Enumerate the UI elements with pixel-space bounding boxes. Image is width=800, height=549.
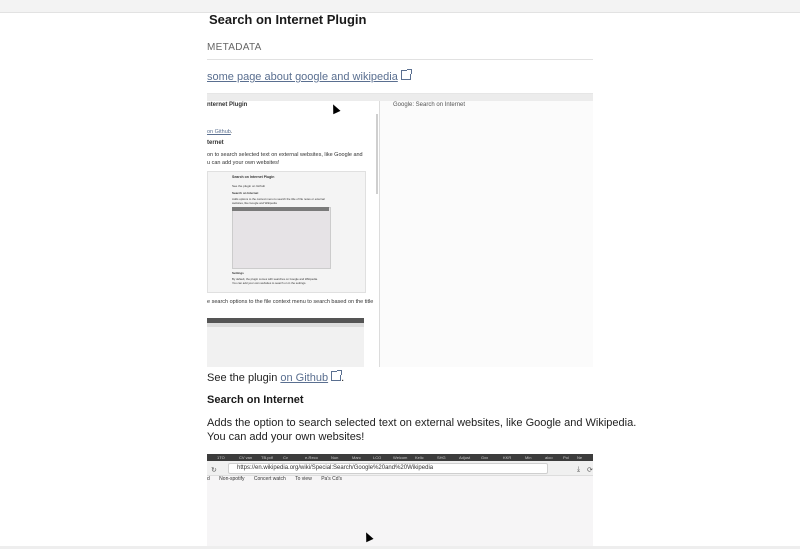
metadata-label[interactable]: METADATA <box>207 42 262 53</box>
divider <box>207 59 593 60</box>
reload-icon[interactable]: ↻ <box>211 466 217 474</box>
browser-tab: LCO <box>373 455 382 460</box>
screenshot-left-pane: nternet Plugin on Github. ternet on to s… <box>207 101 379 367</box>
browser-tab: Kelic <box>415 455 424 460</box>
browser-tab: Marc <box>352 455 361 460</box>
link-text[interactable]: some page about google and wikipedia <box>207 71 398 83</box>
browser-url-row: ↻ https://en.wikipedia.org/wiki/Special:… <box>207 461 593 476</box>
nested-browser-bar <box>232 207 329 211</box>
section-heading: Search on Internet <box>207 394 304 406</box>
screenshot-github-link: on Github <box>207 129 231 135</box>
browser-tab: Welcom <box>393 455 408 460</box>
browser-tab: TB.pdf <box>261 455 273 460</box>
nested-screenshot: Search on Internet Plugin See the plugin… <box>207 171 366 293</box>
pane-divider[interactable] <box>379 101 380 367</box>
screenshot-desc-line2: u can add your own websites! <box>207 160 280 166</box>
bookmark-item[interactable]: Concert watch <box>254 476 286 482</box>
screenshot-left-title: nternet Plugin <box>207 102 248 108</box>
screenshot-desc-line1: on to search selected text on external w… <box>207 152 363 158</box>
bookmark-item[interactable]: Pa's Cd's <box>321 476 342 482</box>
browser-tab: 1TO <box>217 455 225 460</box>
nested-line3: websites, like Google and Wikipedia <box>232 201 277 205</box>
browser-tab: aloo <box>545 455 553 460</box>
browser-tab: KKR <box>503 455 512 460</box>
browser-tab: Gxx <box>481 455 489 460</box>
external-link-icon <box>331 370 343 381</box>
browser-tab: Pol <box>563 455 569 460</box>
section-text-line1: Adds the option to search selected text … <box>207 417 637 429</box>
bookmarks-bar: d Non-spotify Concert watch To view Pa's… <box>207 476 343 482</box>
screenshot-section-fragment: ternet <box>207 140 224 146</box>
app-top-bar <box>0 0 800 13</box>
download-icon[interactable]: ⤓ <box>577 466 580 474</box>
browser-tab: Cv <box>283 455 288 460</box>
see-plugin-prefix: See the plugin <box>207 372 281 384</box>
browser-tab: e-Reco <box>305 455 318 460</box>
section-text-line2: You can add your own websites! <box>207 431 365 443</box>
nested-title: Search on Internet Plugin <box>232 175 275 179</box>
browser-tab: Nun <box>331 455 339 460</box>
plugin-screenshot: nternet Plugin on Github. ternet on to s… <box>207 93 593 367</box>
screenshot-header-strip <box>207 94 593 101</box>
nested-screenshot-bottom <box>207 318 364 367</box>
external-link-google-wikipedia[interactable]: some page about google and wikipedia <box>207 69 412 83</box>
github-link[interactable]: on Github <box>280 372 328 384</box>
nested-settings-heading: Settings <box>232 271 244 275</box>
browser-screenshot: 1TO CV van TB.pdf Cv e-Reco Nun Marc LCO… <box>207 454 593 549</box>
bookmark-item[interactable]: Non-spotify <box>219 476 244 482</box>
scrollbar[interactable] <box>376 114 378 194</box>
external-link-icon <box>400 69 412 80</box>
browser-tab: Min <box>525 455 532 460</box>
nested-settings-text2: You can add your own websites to search … <box>232 281 307 285</box>
nested-line1: See the plugin on Github <box>232 184 266 188</box>
browser-tab: CV van <box>239 455 253 460</box>
screenshot-right-title: Google: Search on Internet <box>393 102 466 108</box>
screenshot-github-line: on Github. <box>207 129 232 135</box>
nested-browser <box>232 207 331 269</box>
browser-tab-bar: 1TO CV van TB.pdf Cv e-Reco Nun Marc LCO… <box>207 454 593 461</box>
see-plugin-line: See the plugin on Github. <box>207 370 344 384</box>
bookmark-item[interactable]: To view <box>295 476 312 482</box>
browser-tab: SHG <box>437 455 446 460</box>
nested-heading: Search on Internet <box>232 191 259 195</box>
mouse-cursor-icon <box>362 530 374 543</box>
screenshot-context-text: e search options to the file context men… <box>207 299 374 305</box>
page-title: Search on Internet Plugin <box>209 12 367 27</box>
browser-tab: Adjust <box>459 455 471 460</box>
nested-urlbar <box>207 323 364 327</box>
screenshot-github-suffix: . <box>230 129 233 135</box>
address-bar[interactable]: https://en.wikipedia.org/wiki/Special:Se… <box>228 463 548 474</box>
browser-tab: Ne <box>577 455 583 460</box>
extensions-icon[interactable]: ⟳ <box>587 466 593 474</box>
